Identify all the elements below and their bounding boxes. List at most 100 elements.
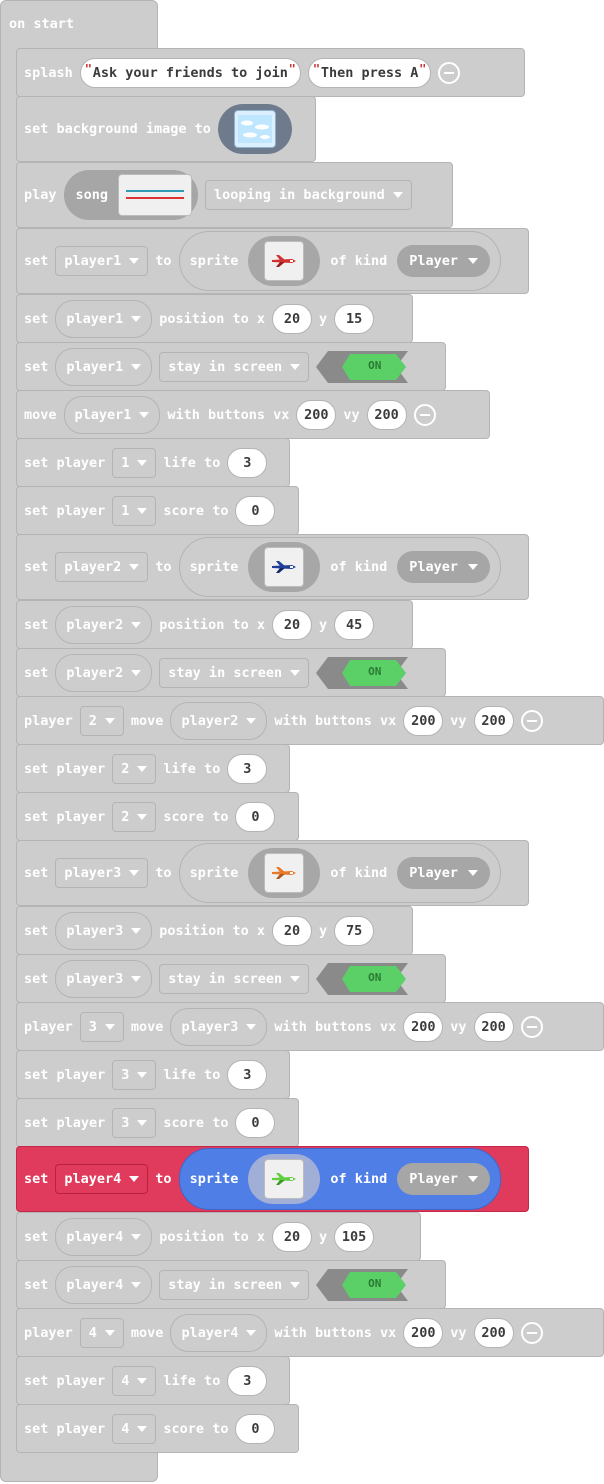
play-song-block[interactable]: play song looping in background	[16, 162, 453, 228]
vy-input[interactable]: 200	[473, 705, 514, 736]
on-toggle[interactable]: ON	[316, 656, 409, 689]
set-player4-score-block[interactable]: set player 4 score to 0	[16, 1404, 299, 1453]
move-player2-block[interactable]: player 2 move player2 with buttons vx 20…	[16, 696, 604, 745]
player3-variable-dropdown[interactable]: player3	[55, 959, 153, 998]
sprite-block[interactable]: sprite of kind Player	[178, 537, 502, 597]
x-input[interactable]: 20	[271, 303, 312, 334]
kind-dropdown[interactable]: Player	[397, 551, 491, 583]
kind-dropdown[interactable]: Player	[397, 857, 491, 889]
on-toggle[interactable]: ON	[316, 350, 409, 383]
life-input[interactable]: 3	[227, 1365, 268, 1396]
stay-in-screen-dropdown[interactable]: stay in screen	[159, 963, 310, 994]
player1-variable-dropdown[interactable]: player1	[55, 299, 153, 338]
player1-variable-dropdown[interactable]: player1	[55, 347, 153, 386]
set-player1-life-block[interactable]: set player 1 life to 3	[16, 438, 290, 487]
y-input[interactable]: 15	[334, 303, 375, 334]
player4-variable-dropdown[interactable]: player4	[55, 1164, 149, 1194]
sprite-block[interactable]: sprite of kind Player	[178, 1148, 502, 1210]
collapse-minus-icon[interactable]	[520, 1321, 543, 1344]
set-player1-stay-block[interactable]: set player1 stay in screen ON	[16, 342, 446, 391]
set-player3-stay-block[interactable]: set player3 stay in screen ON	[16, 954, 446, 1003]
vy-input[interactable]: 200	[366, 399, 407, 430]
set-player3-sprite-block[interactable]: set player3 to sprite of kind Player	[16, 840, 529, 906]
set-player1-sprite-block[interactable]: set player1 to sprite of kind Player	[16, 228, 529, 294]
vx-input[interactable]: 200	[296, 399, 337, 430]
sprite-image-picker[interactable]	[248, 848, 321, 898]
splash-block[interactable]: splash Ask your friends to join Then pre…	[16, 48, 525, 97]
set-player3-life-block[interactable]: set player 3 life to 3	[16, 1050, 290, 1099]
player2-variable-dropdown[interactable]: player2	[170, 701, 268, 740]
player-number-dropdown[interactable]: 1	[112, 447, 157, 478]
player-number-dropdown[interactable]: 2	[112, 801, 157, 832]
sprite-block[interactable]: sprite of kind Player	[178, 231, 502, 291]
score-input[interactable]: 0	[235, 801, 276, 832]
y-input[interactable]: 45	[334, 609, 375, 640]
collapse-minus-icon[interactable]	[520, 1015, 543, 1038]
set-player4-sprite-block[interactable]: set player4 to sprite of kind Player	[16, 1146, 529, 1212]
x-input[interactable]: 20	[271, 609, 312, 640]
score-input[interactable]: 0	[235, 1413, 276, 1444]
vy-input[interactable]: 200	[473, 1011, 514, 1042]
kind-dropdown[interactable]: Player	[397, 1163, 491, 1195]
player-number-dropdown[interactable]: 4	[79, 1317, 124, 1348]
set-player2-position-block[interactable]: set player2 position to x 20 y 45	[16, 600, 413, 649]
stay-in-screen-dropdown[interactable]: stay in screen	[159, 1269, 310, 1300]
x-input[interactable]: 20	[271, 1221, 312, 1252]
set-player2-score-block[interactable]: set player 2 score to 0	[16, 792, 299, 841]
life-input[interactable]: 3	[227, 1059, 268, 1090]
player-number-dropdown[interactable]: 2	[79, 705, 124, 736]
set-player4-position-block[interactable]: set player4 position to x 20 y 105	[16, 1212, 421, 1261]
set-player2-life-block[interactable]: set player 2 life to 3	[16, 744, 290, 793]
score-input[interactable]: 0	[235, 1107, 276, 1138]
sprite-image-picker[interactable]	[248, 542, 321, 592]
player3-variable-dropdown[interactable]: player3	[55, 911, 153, 950]
set-player3-score-block[interactable]: set player 3 score to 0	[16, 1098, 299, 1147]
song-block[interactable]: song	[63, 170, 199, 220]
set-player1-score-block[interactable]: set player 1 score to 0	[16, 486, 299, 535]
y-input[interactable]: 75	[334, 915, 375, 946]
song-mode-dropdown[interactable]: looping in background	[205, 180, 412, 210]
set-player1-position-block[interactable]: set player1 position to x 20 y 15	[16, 294, 413, 343]
move-player1-block[interactable]: move player1 with buttons vx 200 vy 200	[16, 390, 490, 439]
stay-in-screen-dropdown[interactable]: stay in screen	[159, 657, 310, 688]
vx-input[interactable]: 200	[403, 1011, 444, 1042]
player2-variable-dropdown[interactable]: player2	[55, 605, 153, 644]
player2-variable-dropdown[interactable]: player2	[55, 653, 153, 692]
set-player3-position-block[interactable]: set player3 position to x 20 y 75	[16, 906, 413, 955]
move-player3-block[interactable]: player 3 move player3 with buttons vx 20…	[16, 1002, 604, 1051]
collapse-minus-icon[interactable]	[413, 403, 436, 426]
on-toggle[interactable]: ON	[316, 1268, 409, 1301]
song-waveform-icon[interactable]	[118, 174, 193, 216]
player-number-dropdown[interactable]: 4	[112, 1365, 157, 1396]
move-player4-block[interactable]: player 4 move player4 with buttons vx 20…	[16, 1308, 604, 1357]
life-input[interactable]: 3	[227, 447, 268, 478]
vx-input[interactable]: 200	[403, 1317, 444, 1348]
vx-input[interactable]: 200	[403, 705, 444, 736]
set-player2-stay-block[interactable]: set player2 stay in screen ON	[16, 648, 446, 697]
kind-dropdown[interactable]: Player	[397, 245, 491, 277]
set-background-block[interactable]: set background image to	[16, 96, 316, 162]
player2-variable-dropdown[interactable]: player2	[55, 552, 149, 582]
collapse-minus-icon[interactable]	[520, 709, 543, 732]
on-toggle[interactable]: ON	[316, 962, 409, 995]
vy-input[interactable]: 200	[473, 1317, 514, 1348]
score-input[interactable]: 0	[235, 495, 276, 526]
player4-variable-dropdown[interactable]: player4	[55, 1265, 153, 1304]
sprite-image-picker[interactable]	[248, 1154, 321, 1204]
x-input[interactable]: 20	[271, 915, 312, 946]
player3-variable-dropdown[interactable]: player3	[170, 1007, 268, 1046]
set-player4-life-block[interactable]: set player 4 life to 3	[16, 1356, 290, 1405]
collapse-minus-icon[interactable]	[438, 61, 461, 84]
y-input[interactable]: 105	[334, 1221, 375, 1252]
stay-in-screen-dropdown[interactable]: stay in screen	[159, 351, 310, 382]
sprite-image-picker[interactable]	[248, 236, 321, 286]
set-player2-sprite-block[interactable]: set player2 to sprite of kind Player	[16, 534, 529, 600]
life-input[interactable]: 3	[227, 753, 268, 784]
player-number-dropdown[interactable]: 3	[79, 1011, 124, 1042]
set-player4-stay-block[interactable]: set player4 stay in screen ON	[16, 1260, 446, 1309]
sprite-block[interactable]: sprite of kind Player	[178, 843, 502, 903]
player-number-dropdown[interactable]: 2	[112, 753, 157, 784]
player4-variable-dropdown[interactable]: player4	[170, 1313, 268, 1352]
player-number-dropdown[interactable]: 4	[112, 1413, 157, 1444]
background-image-picker[interactable]	[217, 104, 292, 154]
